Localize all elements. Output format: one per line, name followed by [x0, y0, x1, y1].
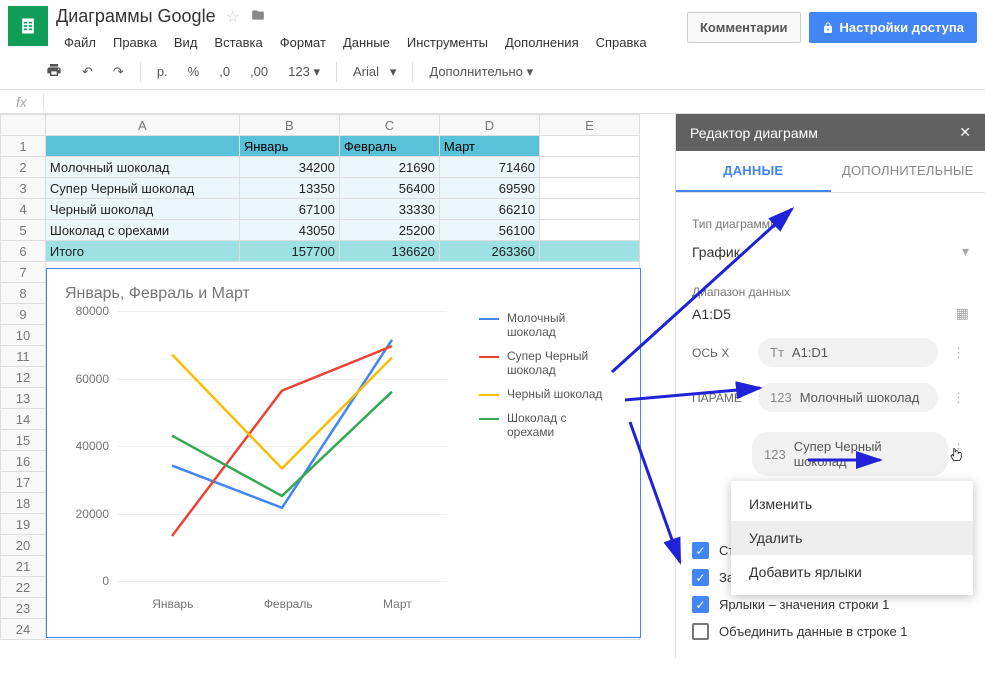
chart-type-select[interactable]: График▾	[692, 237, 969, 267]
xaxis-pill[interactable]: ТᴛA1:D1	[758, 338, 938, 367]
sheets-logo[interactable]	[8, 6, 48, 46]
star-icon[interactable]: ☆	[226, 7, 240, 27]
tab-data[interactable]: ДАННЫЕ	[676, 151, 831, 192]
document-title[interactable]: Диаграммы Google	[56, 6, 216, 27]
menu-format[interactable]: Формат	[272, 31, 334, 54]
xaxis-menu-icon[interactable]: ⋮	[948, 345, 969, 361]
menu-edit[interactable]: Правка	[105, 31, 165, 54]
menu-data[interactable]: Данные	[335, 31, 398, 54]
check-headers[interactable]: ✓	[692, 569, 709, 586]
folder-icon[interactable]	[250, 6, 266, 27]
chart-type-label: Тип диаграммы	[692, 217, 969, 231]
close-icon[interactable]: ✕	[959, 124, 971, 141]
menu-help[interactable]: Справка	[588, 31, 655, 54]
print-icon[interactable]	[42, 60, 66, 83]
ctx-add-labels[interactable]: Добавить ярлыки	[731, 555, 973, 589]
menu-addons[interactable]: Дополнения	[497, 31, 587, 54]
menu-file[interactable]: Файл	[56, 31, 104, 54]
number-format[interactable]: 123 ▾	[284, 62, 324, 82]
share-button[interactable]: Настройки доступа	[809, 12, 977, 43]
xaxis-label: ОСЬ X	[692, 346, 748, 360]
check-merge[interactable]	[692, 623, 709, 640]
decimal-increase[interactable]: ,00	[246, 62, 272, 81]
fx-label: fx	[0, 94, 44, 110]
series-pill-2[interactable]: 123Супер Черный шоколад	[752, 432, 948, 476]
decimal-decrease[interactable]: ,0	[215, 62, 234, 81]
series-context-menu: Изменить Удалить Добавить ярлыки	[731, 481, 973, 595]
data-range-label: Диапазон данных	[692, 285, 969, 299]
menu-bar: Файл Правка Вид Вставка Формат Данные Ин…	[56, 31, 687, 54]
series-pill-1[interactable]: 123Молочный шоколад	[758, 383, 938, 412]
chart-plot-area: 020000400006000080000 ЯнварьФевральМарт	[65, 311, 465, 611]
series1-menu-icon[interactable]: ⋮	[948, 390, 969, 406]
chart-title: Январь, Февраль и Март	[65, 285, 630, 303]
font-select[interactable]: Arial ▾	[349, 62, 400, 82]
chart-legend: Молочный шоколадСупер Черный шоколадЧерн…	[479, 311, 617, 621]
percent-format[interactable]: %	[184, 62, 204, 81]
data-range-value[interactable]: A1:D5	[692, 306, 731, 322]
currency-format[interactable]: р.	[153, 62, 172, 81]
menu-insert[interactable]: Вставка	[206, 31, 270, 54]
check-labels[interactable]: ✓	[692, 596, 709, 613]
chart-editor-panel: Редактор диаграмм ✕ ДАННЫЕ ДОПОЛНИТЕЛЬНЫ…	[675, 114, 985, 658]
series-label: ПАРАМЕ	[692, 391, 748, 405]
tab-customize[interactable]: ДОПОЛНИТЕЛЬНЫЕ	[831, 151, 985, 192]
embedded-chart[interactable]: Январь, Февраль и Март 02000040000600008…	[46, 268, 641, 638]
grid-select-icon[interactable]: ▦	[956, 305, 969, 322]
undo-icon[interactable]: ↶	[78, 62, 97, 82]
menu-tools[interactable]: Инструменты	[399, 31, 496, 54]
comments-button[interactable]: Комментарии	[687, 12, 801, 43]
ctx-edit[interactable]: Изменить	[731, 487, 973, 521]
more-formatting[interactable]: Дополнительно ▾	[425, 62, 537, 82]
check-rowscols[interactable]: ✓	[692, 542, 709, 559]
cursor-pointer-icon	[947, 446, 965, 471]
ctx-delete[interactable]: Удалить	[731, 521, 973, 555]
menu-view[interactable]: Вид	[166, 31, 206, 54]
redo-icon[interactable]: ↷	[109, 62, 128, 82]
toolbar: ↶ ↷ р. % ,0 ,00 123 ▾ Arial ▾ Дополнител…	[0, 54, 985, 90]
editor-title: Редактор диаграмм	[690, 125, 818, 141]
